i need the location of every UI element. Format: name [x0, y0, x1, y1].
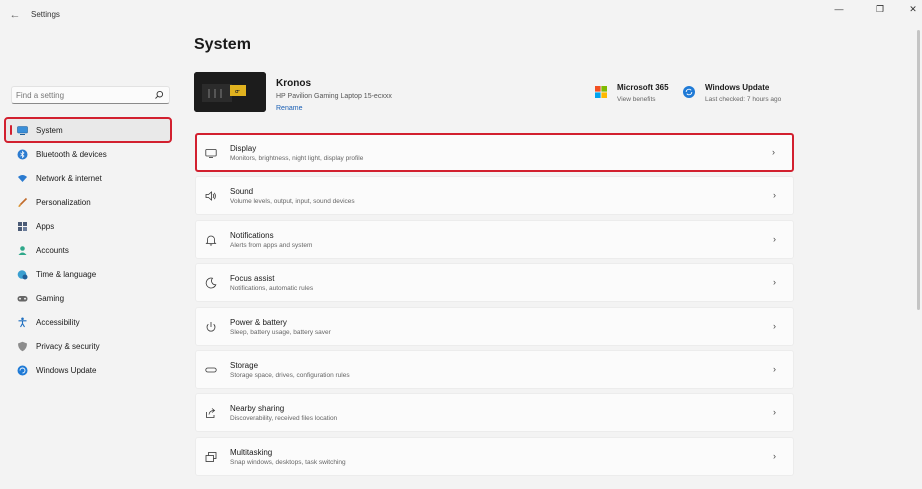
sidebar-item-personalization[interactable]: Personalization — [5, 190, 171, 214]
chevron-right-icon: › — [773, 277, 776, 288]
app-title: Settings — [31, 10, 60, 19]
sidebar-item-privacy[interactable]: Privacy & security — [5, 334, 171, 358]
refresh-icon — [683, 86, 695, 98]
speaker-icon — [205, 190, 217, 202]
gamepad-icon — [17, 293, 28, 304]
windows-update-icon — [17, 365, 28, 376]
storage-icon — [205, 364, 217, 376]
chevron-right-icon: › — [772, 147, 775, 157]
view-benefits-link[interactable]: View benefits — [617, 96, 656, 103]
sidebar-item-time-language[interactable]: Time & language — [5, 262, 171, 286]
sidebar-item-label: Privacy & security — [36, 341, 100, 351]
row-title: Storage — [230, 360, 259, 370]
settings-list: Display Monitors, brightness, night ligh… — [195, 133, 794, 480]
minimize-button[interactable]: — — [830, 3, 848, 15]
row-subtitle: Alerts from apps and system — [230, 241, 313, 249]
notifications-row[interactable]: Notifications Alerts from apps and syste… — [195, 219, 794, 259]
sidebar-item-label: Time & language — [36, 269, 97, 279]
search-box[interactable] — [11, 86, 170, 104]
accessibility-icon — [17, 317, 28, 328]
power-battery-row[interactable]: Power & battery Sleep, battery usage, ba… — [195, 306, 794, 346]
sidebar-item-label: Accessibility — [36, 317, 80, 327]
sidebar-nav: System Bluetooth & devices Network & int… — [4, 117, 172, 382]
device-model: HP Pavilion Gaming Laptop 15-ecxxx — [276, 93, 392, 100]
tile-title: Microsoft 365 — [617, 83, 669, 92]
device-name: Kronos — [276, 78, 311, 89]
sidebar-item-label: Bluetooth & devices — [36, 149, 107, 159]
row-title: Notifications — [230, 230, 274, 240]
sidebar-item-label: Accounts — [36, 245, 69, 255]
chevron-right-icon: › — [773, 407, 776, 418]
share-icon — [205, 407, 217, 419]
row-subtitle: Notifications, automatic rules — [230, 285, 314, 293]
close-button[interactable]: ✕ — [904, 3, 922, 15]
focus-assist-row[interactable]: Focus assist Notifications, automatic ru… — [195, 263, 794, 303]
sidebar-item-windows-update[interactable]: Windows Update — [5, 358, 171, 382]
row-subtitle: Snap windows, desktops, task switching — [230, 458, 346, 466]
sidebar-item-accounts[interactable]: Accounts — [5, 238, 171, 262]
rename-link[interactable]: Rename — [276, 105, 302, 112]
chevron-right-icon: › — [773, 190, 776, 201]
sidebar-item-gaming[interactable]: Gaming — [5, 286, 171, 310]
sidebar-item-label: Windows Update — [36, 365, 97, 375]
power-icon — [205, 321, 217, 333]
svg-text:ᓂ: ᓂ — [235, 88, 240, 95]
sidebar-item-label: Apps — [36, 221, 55, 231]
wifi-icon — [17, 173, 28, 184]
row-title: Nearby sharing — [230, 404, 285, 414]
chevron-right-icon: › — [773, 450, 776, 461]
row-title: Sound — [230, 187, 254, 197]
device-wallpaper-thumbnail: ᓂ — [194, 72, 266, 112]
row-subtitle: Monitors, brightness, night light, displ… — [230, 155, 364, 162]
row-subtitle: Volume levels, output, input, sound devi… — [230, 198, 355, 206]
sidebar-item-apps[interactable]: Apps — [5, 214, 171, 238]
page-title: System — [194, 36, 251, 53]
row-subtitle: Storage space, drives, configuration rul… — [230, 371, 350, 379]
scrollbar[interactable] — [917, 30, 920, 310]
sidebar-item-network[interactable]: Network & internet — [5, 166, 171, 190]
last-checked-text: Last checked: 7 hours ago — [705, 96, 782, 103]
apps-icon — [17, 221, 28, 232]
bluetooth-icon — [17, 149, 28, 160]
person-icon — [17, 245, 28, 256]
multitasking-row[interactable]: Multitasking Snap windows, desktops, tas… — [195, 436, 794, 476]
row-title: Power & battery — [230, 317, 287, 327]
bell-icon — [205, 234, 217, 246]
row-title: Focus assist — [230, 274, 275, 284]
multitask-icon — [205, 451, 217, 463]
tile-title: Windows Update — [705, 83, 770, 92]
chevron-right-icon: › — [773, 320, 776, 331]
row-title: Display — [230, 144, 257, 153]
sidebar-item-label: Network & internet — [36, 173, 102, 183]
moon-icon — [205, 277, 217, 289]
title-bar: ← Settings — ❐ ✕ — [0, 0, 922, 30]
maximize-button[interactable]: ❐ — [871, 3, 889, 15]
display-row[interactable]: Display Monitors, brightness, night ligh… — [195, 133, 794, 172]
sidebar-item-label: Personalization — [36, 197, 91, 207]
search-input[interactable] — [16, 89, 151, 102]
shield-icon — [17, 341, 28, 352]
back-arrow-icon[interactable]: ← — [8, 8, 22, 22]
display-icon — [205, 147, 217, 159]
nearby-sharing-row[interactable]: Nearby sharing Discoverability, received… — [195, 393, 794, 433]
row-title: Multitasking — [230, 447, 273, 457]
microsoft-logo-icon — [595, 86, 607, 98]
sound-row[interactable]: Sound Volume levels, output, input, soun… — [195, 176, 794, 216]
sidebar-item-bluetooth[interactable]: Bluetooth & devices — [5, 142, 171, 166]
monitor-icon — [17, 125, 28, 136]
storage-row[interactable]: Storage Storage space, drives, configura… — [195, 349, 794, 389]
row-subtitle: Sleep, battery usage, battery saver — [230, 328, 331, 336]
brush-icon — [17, 197, 28, 208]
chevron-right-icon: › — [773, 233, 776, 244]
sidebar-item-label: Gaming — [36, 293, 65, 303]
globe-clock-icon — [17, 269, 28, 280]
sidebar-item-label: System — [36, 125, 63, 135]
search-icon[interactable] — [154, 90, 164, 100]
sidebar-item-system[interactable]: System — [4, 117, 172, 143]
row-subtitle: Discoverability, received files location — [230, 415, 338, 423]
chevron-right-icon: › — [773, 363, 776, 374]
sidebar-item-accessibility[interactable]: Accessibility — [5, 310, 171, 334]
